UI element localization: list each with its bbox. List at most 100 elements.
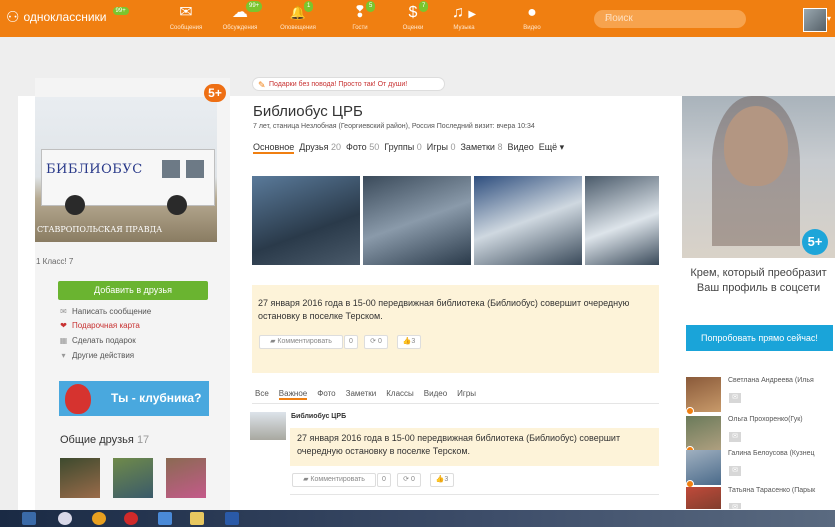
friend-suggestion[interactable]: Галина Белоусова (Кузнец ✉ <box>686 450 835 488</box>
like-button[interactable]: 👍3 <box>430 473 454 487</box>
nav-notifications[interactable]: 🔔 1 Оповещения <box>272 1 324 31</box>
nav-guests[interactable]: ❢ 5 Гости <box>334 1 386 31</box>
strawberry-promo-banner[interactable]: Ты - клубника? <box>59 381 209 416</box>
feed-tab-notes[interactable]: Заметки <box>346 389 377 400</box>
tab-games[interactable]: Игры 0 <box>427 142 456 154</box>
comment-button[interactable]: ▰ Комментировать <box>292 473 376 487</box>
avatar[interactable] <box>686 487 721 509</box>
photo-thumbnail[interactable] <box>585 176 659 265</box>
start-icon[interactable] <box>22 512 36 525</box>
app-icon[interactable] <box>158 512 172 525</box>
action-make-gift[interactable]: ▦ Сделать подарок <box>59 336 136 345</box>
friend-suggestion[interactable]: Татьяна Тарасенко (Парык ✉ <box>686 487 835 509</box>
profile-photo[interactable]: БИБЛИОБУС СТАВРОПОЛЬСКАЯ ПРАВДА <box>35 97 217 242</box>
divider <box>290 494 659 495</box>
nav-label: Сообщения <box>169 25 203 31</box>
action-label: Другие действия <box>72 351 135 360</box>
action-label: Написать сообщение <box>72 307 152 316</box>
friend-suggestion[interactable]: Ольга Прохоренко(Гук) ✉ <box>686 416 835 454</box>
user-avatar[interactable] <box>803 8 827 32</box>
folder-icon[interactable] <box>190 512 204 525</box>
tab-groups[interactable]: Группы 0 <box>384 142 422 154</box>
search-icon[interactable]: ⌕ <box>605 12 738 25</box>
like-button[interactable]: 👍3 <box>397 335 421 349</box>
envelope-icon[interactable]: ✉ <box>729 432 741 442</box>
friend-name[interactable]: Татьяна Тарасенко (Парык <box>728 487 815 494</box>
status-text: 27 января 2016 года в 15-00 передвижная … <box>258 298 630 321</box>
nav-badge: 1 <box>304 1 314 12</box>
friend-name[interactable]: Светлана Андреева (Илья <box>728 377 814 384</box>
envelope-icon[interactable]: ✉ <box>729 393 741 403</box>
gift-icon: ✎ <box>258 80 266 90</box>
common-friend-avatar[interactable] <box>113 458 153 498</box>
search-input[interactable]: Поиск ⌕ <box>594 10 746 28</box>
photo-thumbnail[interactable] <box>363 176 471 265</box>
envelope-icon[interactable]: ✉ <box>729 503 741 509</box>
envelope-icon: ✉ <box>179 4 193 21</box>
share-button[interactable]: ⟳ 0 <box>397 473 421 487</box>
tab-notes[interactable]: Заметки 8 <box>461 142 503 154</box>
feed-tab-photo[interactable]: Фото <box>317 389 335 400</box>
tab-friends[interactable]: Друзья 20 <box>299 142 341 154</box>
profile-name: Библиобус ЦРБ <box>253 103 363 120</box>
chevron-down-icon: ▾ <box>61 351 66 360</box>
feed-tab-video[interactable]: Видео <box>424 389 447 400</box>
action-gift-card[interactable]: ❤ Подарочная карта <box>59 321 140 330</box>
feed-author-name[interactable]: Библиобус ЦРБ <box>291 413 346 420</box>
action-other[interactable]: ▾ Другие действия <box>59 351 134 360</box>
nav-badge: 7 <box>419 1 429 12</box>
ad-try-button[interactable]: Попробовать прямо сейчас! <box>686 325 833 351</box>
tab-video[interactable]: Видео <box>507 142 533 154</box>
photo-thumbnail[interactable] <box>474 176 582 265</box>
ad-text[interactable]: Крем, который преобразит Ваш профиль в с… <box>686 266 831 296</box>
share-button[interactable]: ⟳ 0 <box>364 335 388 349</box>
site-logo[interactable]: ⚇ одноклассники 99+ <box>6 7 129 26</box>
profile-meta: 7 лет, станица Незлобная (Георгиевский р… <box>253 123 535 130</box>
tab-main[interactable]: Основное <box>253 142 295 154</box>
feed-tab-games[interactable]: Игры <box>457 389 476 400</box>
nav-video[interactable]: ● Видео <box>506 3 558 31</box>
gift-banner[interactable]: ✎ Подарки без повода! Просто так! От душ… <box>252 77 445 91</box>
nav-discussions[interactable]: ☁ 99+ Обсуждения <box>214 1 266 31</box>
action-write-message[interactable]: ✉ Написать сообщение <box>59 307 151 316</box>
add-friend-button[interactable]: Добавить в друзья <box>58 281 208 300</box>
photo-caption: СТАВРОПОЛЬСКАЯ ПРАВДА <box>37 225 163 234</box>
action-label: Сделать подарок <box>72 336 136 345</box>
common-friends-count: 17 <box>136 434 150 446</box>
word-icon[interactable] <box>225 512 239 525</box>
ratings-icon: $ <box>408 4 418 21</box>
comment-icon: ▰ <box>303 476 309 483</box>
comment-button[interactable]: ▰ Комментировать <box>259 335 343 349</box>
nav-ratings[interactable]: $7 Оценки <box>387 1 439 31</box>
feed-tabs: Все Важное Фото Заметки Классы Видео Игр… <box>255 389 476 400</box>
feed-author-avatar[interactable] <box>250 412 286 440</box>
tab-photos[interactable]: Фото 50 <box>346 142 379 154</box>
photo-thumbnail[interactable] <box>252 176 360 265</box>
feed-tab-classes[interactable]: Классы <box>386 389 414 400</box>
online-indicator <box>686 407 694 415</box>
share-icon: ⟳ <box>370 338 376 345</box>
friend-name[interactable]: Галина Белоусова (Кузнец <box>728 450 814 457</box>
nav-messages[interactable]: ✉ Сообщения <box>160 3 212 31</box>
chevron-down-icon[interactable]: ▾ <box>827 14 831 23</box>
nav-label: Видео <box>523 25 541 31</box>
tab-more[interactable]: Ещё ▾ <box>539 142 564 154</box>
envelope-icon[interactable]: ✉ <box>729 466 741 476</box>
nav-label: Обсуждения <box>222 25 258 31</box>
common-friends-title[interactable]: Общие друзья 17 <box>60 434 149 446</box>
photo-stats[interactable]: 1 Класс! 7 <box>36 257 73 266</box>
footprints-icon: ❢ <box>353 4 367 21</box>
common-friend-avatar[interactable] <box>60 458 100 498</box>
feed-text: 27 января 2016 года в 15-00 передвижная … <box>297 433 621 456</box>
nav-music[interactable]: ♫ ▶ Музыка <box>438 3 490 31</box>
feed-tab-important[interactable]: Важное <box>278 389 308 400</box>
friend-suggestion[interactable]: Светлана Андреева (Илья ✉ <box>686 377 835 415</box>
envelope-icon: ✉ <box>60 307 67 316</box>
friend-name[interactable]: Ольга Прохоренко(Гук) <box>728 416 803 423</box>
opera-icon[interactable] <box>124 512 138 525</box>
chrome-icon[interactable] <box>92 512 106 525</box>
browser-icon[interactable] <box>58 512 72 525</box>
feed-tab-all[interactable]: Все <box>255 389 269 400</box>
share-icon: ⟳ <box>403 476 409 483</box>
common-friend-avatar[interactable] <box>166 458 206 498</box>
